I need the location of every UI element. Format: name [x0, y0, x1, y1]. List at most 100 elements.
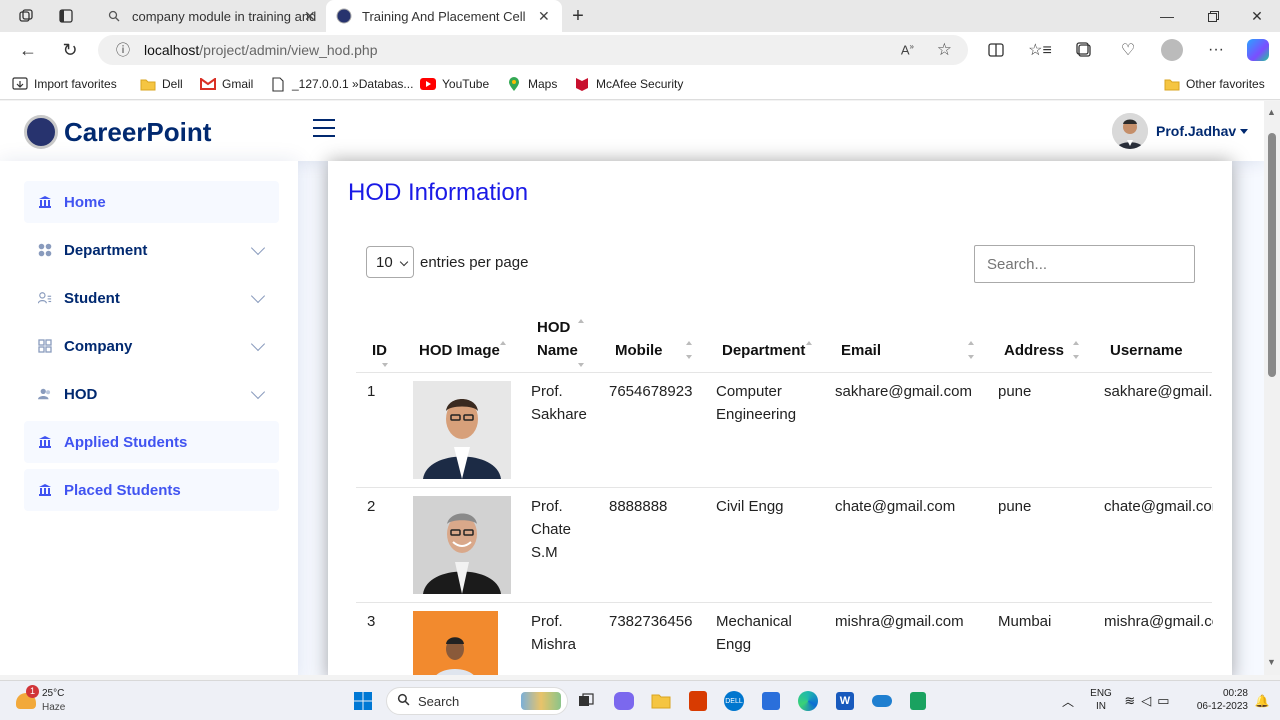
sidebar-item-hod[interactable]: HOD [24, 373, 279, 415]
tab-actions-icon[interactable] [46, 0, 86, 32]
hod-photo [413, 611, 498, 675]
browser-tab-training-placement[interactable]: Training And Placement Cell ✕ [326, 0, 562, 32]
scrollbar-thumb[interactable] [1268, 133, 1276, 377]
more-icon[interactable]: ··· [1198, 32, 1234, 68]
fav-youtube[interactable]: YouTube [420, 76, 489, 92]
menu-toggle-icon[interactable] [313, 119, 335, 141]
browser-tab-bar: company module in training and ✕ Trainin… [0, 0, 1280, 32]
store-icon[interactable] [759, 689, 783, 713]
file-explorer-icon[interactable] [649, 689, 673, 713]
word-icon[interactable]: W [833, 689, 857, 713]
chevron-down-icon [250, 336, 266, 352]
avatar [1112, 113, 1148, 149]
close-tab-icon[interactable]: ✕ [304, 8, 316, 25]
workspaces-icon[interactable] [6, 0, 46, 32]
notification-bell-icon[interactable]: 🔔 [1250, 689, 1274, 713]
column-header-address[interactable]: Address [1004, 339, 1064, 362]
minimize-icon[interactable]: — [1144, 0, 1190, 32]
brand-logo[interactable]: CareerPoint [24, 115, 211, 149]
close-tab-icon[interactable]: ✕ [538, 8, 550, 25]
green-app-icon[interactable] [906, 689, 930, 713]
refresh-icon[interactable]: ↻ [52, 32, 88, 68]
table-header-divider [356, 372, 1212, 373]
taskbar: 1 25°C Haze Search DELL W ︿ ENG IN ≋◁▭ 0… [0, 680, 1280, 720]
fav-gmail[interactable]: Gmail [200, 76, 253, 92]
close-window-icon[interactable]: ✕ [1234, 0, 1280, 32]
cloud-app-icon[interactable] [870, 689, 894, 713]
split-screen-icon[interactable] [978, 32, 1014, 68]
people-icon [38, 387, 52, 401]
new-tab-icon[interactable]: + [560, 0, 596, 32]
task-view-icon[interactable] [574, 689, 598, 713]
hod-info-card: HOD Information 10 entries per page ID H… [328, 161, 1232, 675]
fav-mcafee[interactable]: McAfee Security [574, 76, 683, 92]
fav-dell[interactable]: Dell [140, 76, 183, 92]
collections-icon[interactable] [1066, 32, 1102, 68]
column-header-email[interactable]: Email [841, 339, 881, 362]
fav-import-favorites[interactable]: Import favorites [12, 76, 117, 92]
sort-down-icon [382, 363, 388, 367]
cell-username: mishra@gmail.com [1104, 613, 1213, 630]
fav-other-favorites[interactable]: Other favorites [1164, 76, 1265, 92]
fav-maps[interactable]: Maps [506, 76, 557, 92]
column-header-hod-image[interactable]: HOD Image [419, 339, 500, 362]
sort-up-icon [1073, 341, 1079, 345]
browser-essentials-icon[interactable]: ♡ [1110, 32, 1146, 68]
edge-icon[interactable] [796, 689, 820, 713]
column-header-department[interactable]: Department [722, 339, 805, 362]
folder-icon [1164, 76, 1180, 92]
network-volume-battery-icon[interactable]: ≋◁▭ [1122, 689, 1178, 713]
cell-address: pune [998, 498, 1032, 515]
column-header-mobile[interactable]: Mobile [615, 339, 663, 362]
windows-start-icon[interactable] [351, 689, 375, 713]
column-header-id[interactable]: ID [372, 339, 387, 362]
office-icon[interactable] [686, 689, 710, 713]
dell-icon[interactable]: DELL [722, 689, 746, 713]
clock[interactable]: 00:28 06-12-2023 [1188, 687, 1248, 713]
sidebar-item-applied-students[interactable]: Applied Students [24, 421, 279, 463]
favorite-star-icon[interactable]: ☆ [937, 40, 952, 60]
cell-department: Mechanical Engg [716, 613, 792, 653]
profile-menu[interactable]: Prof.Jadhav [1112, 113, 1249, 149]
teams-chat-icon[interactable] [612, 689, 636, 713]
maps-icon [506, 76, 522, 92]
sidebar-item-company[interactable]: Company [24, 325, 279, 367]
fav-database[interactable]: _127.0.0.1 »Databas... [270, 76, 413, 92]
import-icon [12, 76, 28, 92]
favorites-icon[interactable]: ☆≡ [1022, 32, 1058, 68]
copilot-icon[interactable] [1240, 32, 1276, 68]
sidebar-item-student[interactable]: Student [24, 277, 279, 319]
scroll-down-icon[interactable]: ▼ [1267, 657, 1276, 667]
read-aloud-icon[interactable]: A» [901, 42, 914, 57]
language-indicator[interactable]: ENG IN [1086, 687, 1116, 713]
cell-mobile: 8888888 [609, 498, 668, 515]
sort-up-icon [686, 341, 692, 345]
chevron-down-icon [1240, 128, 1249, 134]
maximize-icon[interactable] [1190, 0, 1236, 32]
search-highlight-icon [521, 692, 561, 710]
page-scrollbar[interactable]: ▲ ▼ [1264, 101, 1280, 675]
cell-department: Computer Engineering [716, 383, 797, 423]
show-hidden-icons[interactable]: ︿ [1056, 689, 1080, 713]
browser-tab-company-module[interactable]: company module in training and ✕ [96, 0, 324, 32]
hod-photo [413, 381, 511, 479]
user-name: Prof.Jadhav [1156, 123, 1237, 139]
web-page: CareerPoint Prof.Jadhav Home Department … [0, 101, 1264, 675]
scroll-up-icon[interactable]: ▲ [1267, 107, 1276, 117]
grid-circles-icon [38, 243, 52, 257]
row-divider [356, 487, 1212, 488]
sidebar-item-home[interactable]: Home [24, 181, 279, 223]
search-input[interactable] [974, 245, 1195, 283]
sidebar-item-department[interactable]: Department [24, 229, 279, 271]
taskbar-search[interactable]: Search [386, 687, 568, 715]
sidebar-item-placed-students[interactable]: Placed Students [24, 469, 279, 511]
profile-avatar-icon[interactable] [1154, 32, 1190, 68]
weather-widget[interactable]: 1 25°C Haze [14, 685, 104, 717]
column-header-hod-name[interactable]: HOD Name [537, 316, 578, 362]
back-icon[interactable]: ← [10, 32, 46, 68]
url-field[interactable]: ⓘ localhost/project/admin/view_hod.php A… [98, 35, 968, 65]
column-header-username[interactable]: Username [1110, 339, 1183, 362]
chevron-down-icon [250, 240, 266, 256]
entries-select[interactable]: 10 [366, 246, 414, 278]
row-divider [356, 602, 1212, 603]
